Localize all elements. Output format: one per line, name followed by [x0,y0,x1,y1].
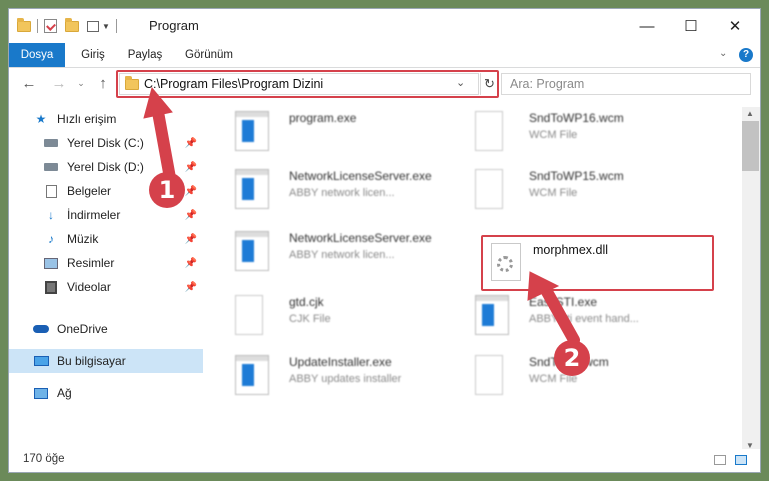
arrow-1-head [143,86,173,119]
arrow-2-shaft [540,284,580,346]
annotation-arrows [143,86,580,346]
callout-1: 1 [149,172,185,208]
callout-2: 2 [554,340,590,376]
arrow-1-shaft [152,106,176,184]
